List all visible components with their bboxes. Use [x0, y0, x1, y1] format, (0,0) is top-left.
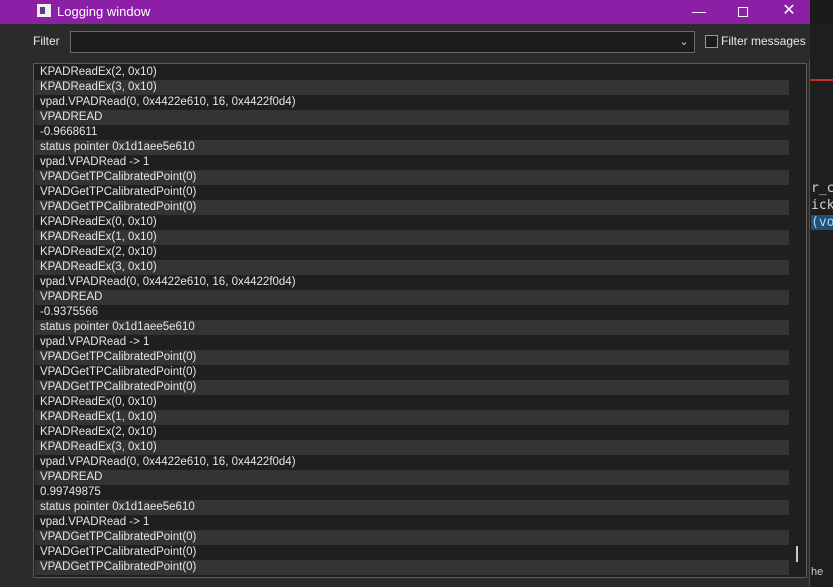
background-editor-right [810, 24, 833, 587]
log-entry[interactable]: VPADREAD [35, 470, 790, 485]
log-entry[interactable]: KPADReadEx(0, 0x10) [35, 395, 790, 410]
log-entry[interactable]: 0.99749875 [35, 485, 790, 500]
log-entry[interactable]: VPADGetTPCalibratedPoint(0) [35, 545, 790, 560]
log-entry[interactable]: VPADGetTPCalibratedPoint(0) [35, 365, 790, 380]
chevron-down-icon[interactable]: ⌄ [674, 32, 694, 52]
filter-toolbar: Filter ⌄ Filter messages [30, 24, 810, 60]
log-entry[interactable]: VPADGetTPCalibratedPoint(0) [35, 185, 790, 200]
logging-window: Logging window — ✕ Filter ⌄ Filter messa… [0, 0, 810, 587]
background-editor-divider [810, 79, 833, 81]
window-title: Logging window [57, 4, 151, 19]
log-entry[interactable]: status pointer 0x1d1aee5e610 [35, 320, 790, 335]
log-entry[interactable]: KPADReadEx(1, 0x10) [35, 230, 790, 245]
log-entry[interactable]: KPADReadEx(3, 0x10) [35, 440, 790, 455]
log-entry[interactable]: VPADGetTPCalibratedPoint(0) [35, 530, 790, 545]
maximize-button[interactable] [720, 0, 766, 24]
filter-messages-option[interactable]: Filter messages [705, 34, 806, 48]
log-entry[interactable]: KPADReadEx(2, 0x10) [35, 65, 790, 80]
background-code-line-2: ick [811, 198, 833, 213]
log-entry[interactable]: VPADGetTPCalibratedPoint(0) [35, 350, 790, 365]
vertical-scrollbar[interactable] [789, 64, 806, 577]
filter-combobox[interactable]: ⌄ [70, 31, 695, 53]
log-entry[interactable]: vpad.VPADRead(0, 0x4422e610, 16, 0x4422f… [35, 275, 790, 290]
log-entry[interactable]: vpad.VPADRead(0, 0x4422e610, 16, 0x4422f… [35, 95, 790, 110]
log-entry[interactable]: KPADReadEx(1, 0x10) [35, 410, 790, 425]
filter-messages-checkbox[interactable] [705, 34, 718, 48]
log-entry[interactable]: VPADGetTPCalibratedPoint(0) [35, 200, 790, 215]
log-entry[interactable]: vpad.VPADRead -> 1 [35, 515, 790, 530]
log-entry[interactable]: KPADReadEx(3, 0x10) [35, 260, 790, 275]
log-entry[interactable]: vpad.VPADRead -> 1 [35, 335, 790, 350]
filter-messages-label[interactable]: Filter messages [721, 34, 806, 48]
background-bottom-text: he [811, 566, 824, 578]
scrollbar-thumb[interactable] [796, 546, 798, 562]
log-entry[interactable]: -0.9375566 [35, 305, 790, 320]
log-entry[interactable]: vpad.VPADRead(0, 0x4422e610, 16, 0x4422f… [35, 455, 790, 470]
log-entry[interactable]: VPADREAD [35, 290, 790, 305]
app-window-icon [37, 4, 51, 17]
log-entry[interactable]: vpad.VPADRead -> 1 [35, 155, 790, 170]
title-bar[interactable]: Logging window — ✕ [0, 0, 810, 24]
log-entry[interactable]: VPADGetTPCalibratedPoint(0) [35, 560, 790, 575]
log-entry[interactable]: KPADReadEx(3, 0x10) [35, 80, 790, 95]
log-entry[interactable]: KPADReadEx(2, 0x10) [35, 425, 790, 440]
close-button[interactable]: ✕ [766, 0, 812, 24]
filter-label: Filter [33, 34, 60, 48]
log-entry[interactable]: status pointer 0x1d1aee5e610 [35, 500, 790, 515]
log-entry[interactable]: status pointer 0x1d1aee5e610 [35, 140, 790, 155]
log-entry[interactable]: KPADReadEx(0, 0x10) [35, 215, 790, 230]
background-code-line-3: (vo [811, 215, 833, 230]
log-entry[interactable]: KPADReadEx(2, 0x10) [35, 245, 790, 260]
log-list-panel[interactable]: KPADReadEx(2, 0x10) KPADReadEx(3, 0x10) vp… [33, 63, 807, 578]
log-entry[interactable]: VPADGetTPCalibratedPoint(0) [35, 380, 790, 395]
log-entry[interactable]: -0.9668611 [35, 125, 790, 140]
log-entry[interactable]: VPADREAD [35, 110, 790, 125]
background-code-line-1: r_c [811, 181, 833, 196]
minimize-button[interactable]: — [676, 0, 722, 24]
log-entry[interactable]: VPADGetTPCalibratedPoint(0) [35, 170, 790, 185]
maximize-icon [738, 7, 748, 18]
log-list: KPADReadEx(2, 0x10) KPADReadEx(3, 0x10) vp… [35, 65, 790, 575]
filter-input[interactable] [71, 32, 674, 52]
